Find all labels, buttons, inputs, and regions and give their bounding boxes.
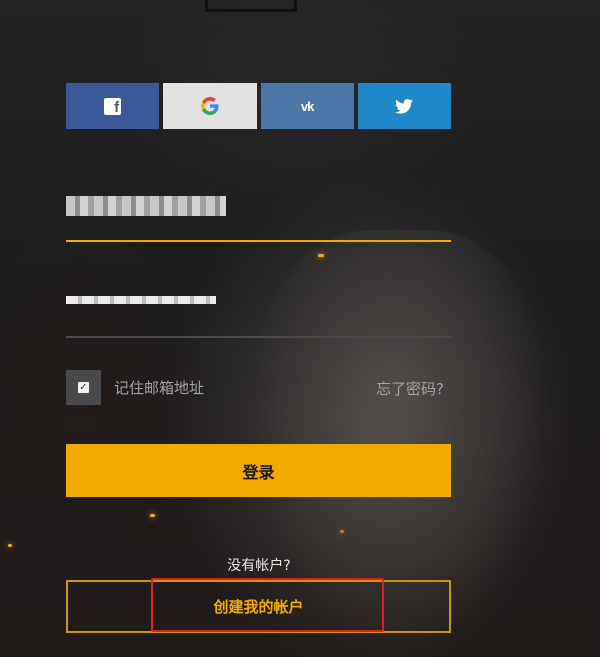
email-value-redacted [66,196,226,216]
password-value-masked [66,296,216,304]
password-field[interactable] [66,290,451,338]
google-login-button[interactable] [163,83,257,129]
twitter-icon [395,98,414,114]
create-account-label: 创建我的帐户 [213,598,304,616]
remember-email-label: 记住邮箱地址 [114,379,205,397]
forgot-password-link[interactable]: 忘了密码? [376,378,444,399]
vk-icon: vk [300,98,315,114]
create-account-button[interactable]: 创建我的帐户 [66,580,451,633]
twitter-login-button[interactable] [357,83,451,129]
facebook-login-button[interactable]: f [66,83,160,129]
logo-fragment [205,0,297,12]
social-login-row: f vk [66,83,451,129]
vk-login-button[interactable]: vk [260,83,354,129]
google-icon [200,97,219,115]
facebook-icon: f [104,97,122,116]
email-field[interactable] [66,190,451,242]
ember-spark [8,544,12,547]
ember-spark [318,254,324,257]
checkmark-icon: ✓ [78,382,89,393]
remember-email-option[interactable]: ✓ 记住邮箱地址 [66,370,204,405]
login-button[interactable]: 登录 [66,444,451,497]
remember-email-checkbox[interactable]: ✓ [66,370,101,405]
ember-spark [340,530,344,533]
ember-spark [150,514,155,517]
login-button-label: 登录 [242,462,275,482]
no-account-text: 没有帐户? [227,558,291,574]
